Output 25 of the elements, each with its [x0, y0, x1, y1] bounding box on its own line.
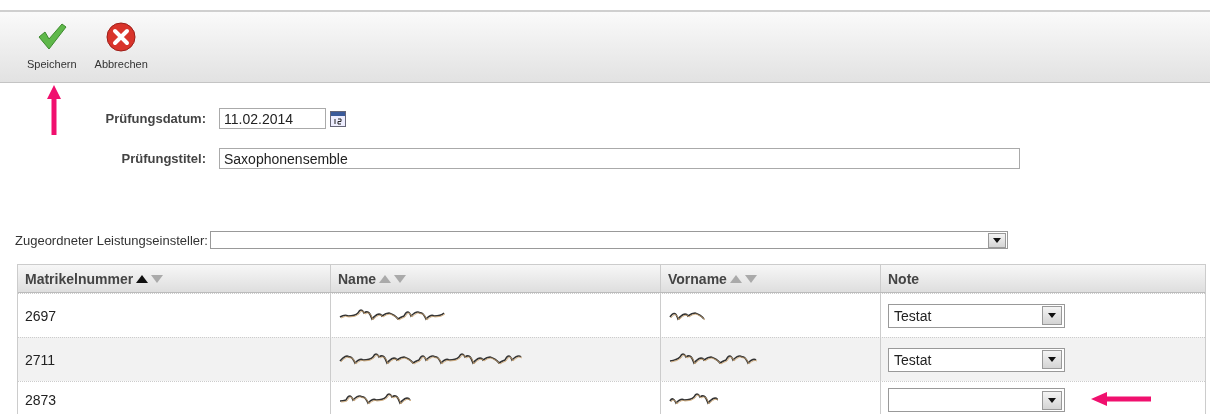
close-icon [106, 22, 137, 52]
calendar-icon[interactable] [330, 110, 346, 127]
sort-up-icon[interactable] [136, 274, 149, 283]
column-header[interactable]: Matrikelnummer [18, 265, 331, 292]
field-label: Prüfungsdatum: [104, 111, 207, 126]
field-label: Zugeordneter Leistungseinsteller: [15, 232, 209, 248]
table-cell: 2711 [18, 338, 331, 381]
select-field[interactable]: Testat [888, 347, 1065, 372]
check-icon [36, 22, 67, 52]
field-label: Prüfungstitel: [120, 151, 207, 166]
column-header[interactable]: Name [331, 265, 661, 292]
sort-down-icon[interactable] [394, 274, 407, 283]
select-field[interactable] [209, 231, 1008, 249]
select-field[interactable]: Testat [888, 303, 1065, 328]
toolbar-button[interactable]: Abbrechen [90, 22, 152, 72]
column-header[interactable]: Vorname [661, 265, 881, 292]
select-field[interactable] [888, 388, 1065, 412]
input-field[interactable]: Saxophonensemble [219, 148, 1020, 169]
table-row[interactable]: 2873 [18, 381, 1205, 414]
column-header[interactable]: Note [881, 265, 1205, 292]
table-row[interactable]: 2711 Testat [18, 337, 1205, 381]
toolbar-button[interactable]: Speichern [23, 22, 81, 72]
table-cell: 2873 [18, 382, 331, 414]
date-field[interactable]: 11.02.2014 [219, 108, 326, 129]
sort-down-icon[interactable] [744, 274, 757, 283]
